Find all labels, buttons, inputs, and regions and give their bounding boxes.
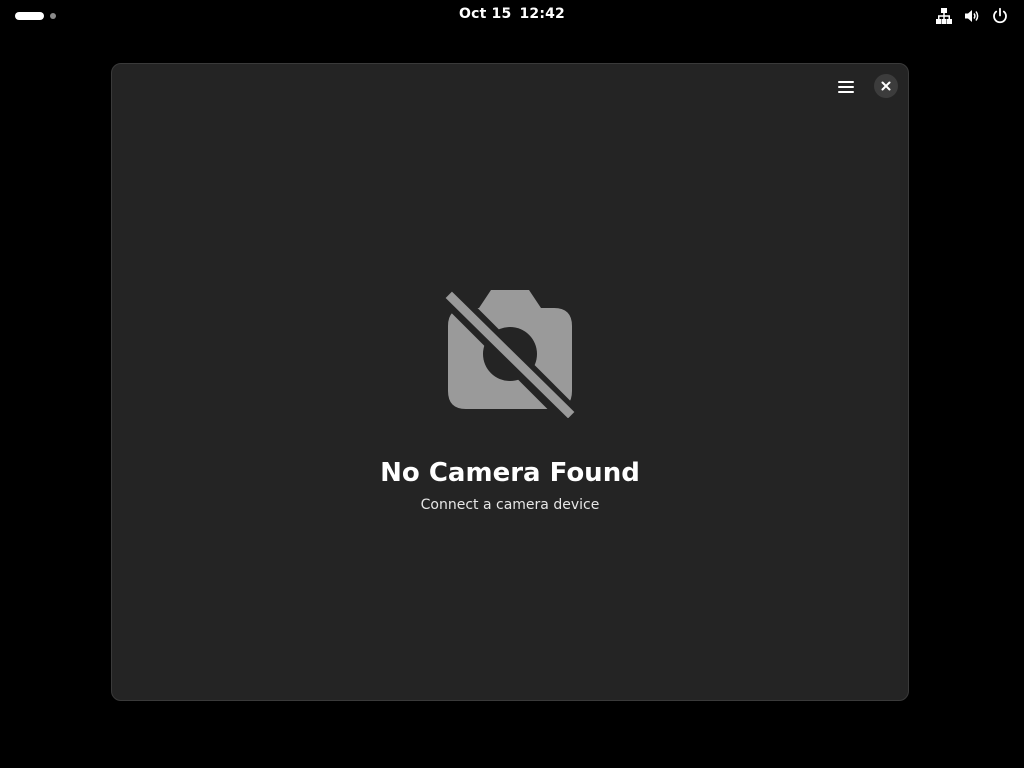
clock-button[interactable]: Oct 15 12:42 xyxy=(0,6,1024,22)
status-description: Connect a camera device xyxy=(420,497,600,513)
hamburger-menu-icon xyxy=(838,81,854,93)
volume-icon[interactable] xyxy=(963,7,981,25)
power-icon[interactable] xyxy=(991,7,1009,25)
camera-disabled-icon xyxy=(445,290,575,418)
top-bar: Oct 15 12:42 xyxy=(0,0,1024,32)
close-button[interactable] xyxy=(874,74,898,98)
main-menu-button[interactable] xyxy=(834,76,858,98)
camera-app-window: No Camera Found Connect a camera device xyxy=(111,63,909,701)
clock-time: 12:42 xyxy=(519,6,566,22)
clock-date: Oct 15 xyxy=(458,6,512,22)
system-tray[interactable] xyxy=(935,7,1009,25)
status-title: No Camera Found xyxy=(380,458,640,488)
status-page: No Camera Found Connect a camera device xyxy=(112,290,908,514)
close-icon xyxy=(881,81,891,91)
network-icon[interactable] xyxy=(935,7,953,25)
